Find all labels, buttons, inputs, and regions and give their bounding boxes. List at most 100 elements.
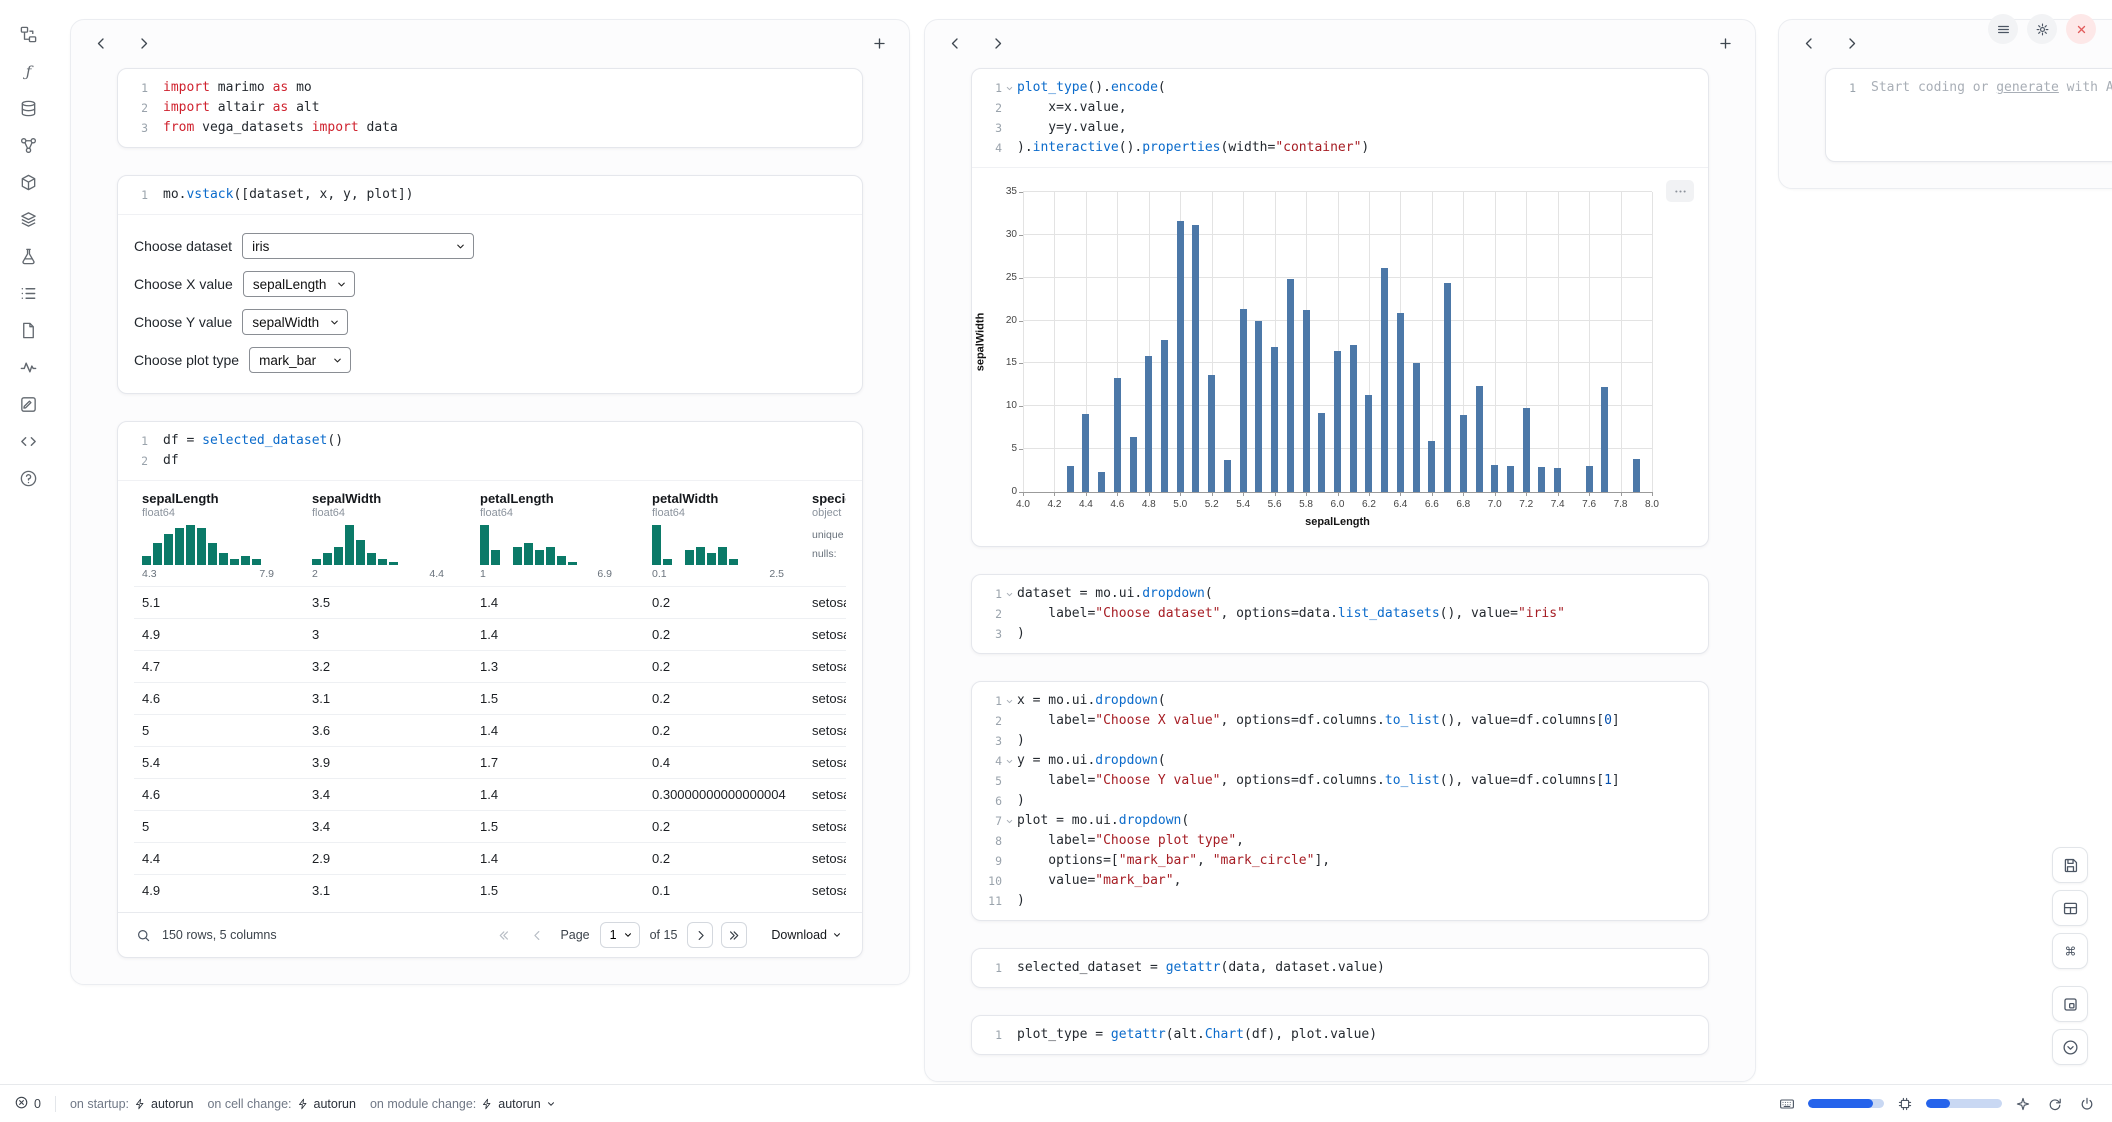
code-editor[interactable]: 1df = selected_dataset()2df xyxy=(118,422,862,480)
code-editor[interactable]: 1dataset = mo.ui.dropdown(2 label="Choos… xyxy=(972,575,1708,653)
dropdown-choose-plot-type[interactable]: mark_bar xyxy=(249,347,351,373)
refresh-icon[interactable] xyxy=(2044,1093,2066,1115)
fold-toggle[interactable] xyxy=(1002,78,1017,98)
table-row[interactable]: 5.13.51.40.2setosa xyxy=(134,586,846,618)
table-row[interactable]: 5.43.91.70.4setosa xyxy=(134,746,846,778)
table-row[interactable]: 4.63.11.50.2setosa xyxy=(134,682,846,714)
x-axis-tick-label: 6.6 xyxy=(1425,499,1439,510)
fold-toggle[interactable] xyxy=(1002,584,1017,604)
activity-icon[interactable] xyxy=(16,355,40,379)
code-editor[interactable]: 1plot_type = getattr(alt.Chart(df), plot… xyxy=(972,1016,1708,1054)
histogram-bar xyxy=(378,559,387,565)
chart-bar xyxy=(1491,465,1498,492)
layout-button[interactable] xyxy=(2052,890,2088,926)
outline-icon[interactable] xyxy=(16,281,40,305)
code-editor[interactable]: 1plot_type().encode(2 x=x.value,3 y=y.va… xyxy=(972,69,1708,167)
histogram-min: 0.1 xyxy=(652,568,667,580)
column-header-sepallength[interactable]: sepalLengthfloat64 xyxy=(134,483,304,519)
histogram-bar xyxy=(323,553,332,565)
scroll-to-bottom-button[interactable] xyxy=(2052,1029,2088,1065)
first-page-button[interactable] xyxy=(490,922,516,948)
search-button[interactable] xyxy=(132,924,154,946)
add-column-button[interactable] xyxy=(865,29,893,57)
column-header-sepalwidth[interactable]: sepalWidthfloat64 xyxy=(304,483,472,519)
chart-options-button[interactable] xyxy=(1666,180,1694,202)
fold-toggle[interactable] xyxy=(1002,811,1017,831)
table-cell: setosa xyxy=(804,715,846,746)
minimap-button[interactable] xyxy=(2052,986,2088,1022)
code-editor[interactable]: 1import marimo as mo2import altair as al… xyxy=(118,69,862,147)
close-button[interactable] xyxy=(2066,14,2096,44)
flask-icon[interactable] xyxy=(16,244,40,268)
chart-bar xyxy=(1397,313,1404,492)
fold-toggle xyxy=(1002,771,1017,791)
column-scroll-left-button[interactable] xyxy=(1795,29,1823,57)
table-row[interactable]: 4.73.21.30.2setosa xyxy=(134,650,846,682)
window-controls xyxy=(1988,14,2096,44)
download-button[interactable]: Download xyxy=(765,927,848,943)
database-icon[interactable] xyxy=(16,96,40,120)
chip-icon[interactable] xyxy=(1894,1093,1916,1115)
layers-icon[interactable] xyxy=(16,207,40,231)
fold-toggle[interactable] xyxy=(1002,751,1017,771)
dropdown-choose-y-value[interactable]: sepalWidth xyxy=(242,309,348,335)
generate-with-ai-link[interactable]: generate xyxy=(1996,80,2059,95)
previous-page-button[interactable] xyxy=(524,922,550,948)
dropdown-choose-dataset[interactable]: iris xyxy=(242,233,474,259)
column-header xyxy=(71,20,909,66)
functions-icon[interactable]: ƒ xyxy=(16,59,40,83)
add-column-button[interactable] xyxy=(1711,29,1739,57)
help-icon[interactable] xyxy=(16,466,40,490)
column-header-petalwidth[interactable]: petalWidthfloat64 xyxy=(644,483,804,519)
column-header-species[interactable]: speciesobject xyxy=(804,483,846,519)
table-cell: 0.2 xyxy=(644,619,804,650)
settings-button[interactable] xyxy=(2027,14,2057,44)
histogram-bar xyxy=(707,553,716,565)
axis-tick xyxy=(1558,492,1559,496)
document-icon[interactable] xyxy=(16,318,40,342)
column-scroll-right-button[interactable] xyxy=(1837,29,1865,57)
column-scroll-right-button[interactable] xyxy=(129,29,157,57)
sparkle-icon[interactable] xyxy=(2012,1093,2034,1115)
column-scroll-left-button[interactable] xyxy=(941,29,969,57)
package-icon[interactable] xyxy=(16,170,40,194)
column-scroll-left-button[interactable] xyxy=(87,29,115,57)
chart-bar xyxy=(1586,466,1593,492)
column-header-petallength[interactable]: petalLengthfloat64 xyxy=(472,483,644,519)
menu-button[interactable] xyxy=(1988,14,2018,44)
table-row[interactable]: 4.931.40.2setosa xyxy=(134,618,846,650)
code-line: 2df xyxy=(122,451,852,471)
code-editor[interactable]: 1selected_dataset = getattr(data, datase… xyxy=(972,949,1708,987)
next-page-button[interactable] xyxy=(687,922,713,948)
code-editor[interactable]: 1Start coding or generate with AI xyxy=(1826,69,2112,107)
snippets-icon[interactable] xyxy=(16,429,40,453)
table-row[interactable]: 4.93.11.50.1setosa xyxy=(134,874,846,906)
table-cell: 4.9 xyxy=(134,875,304,906)
table-row[interactable]: 4.63.41.40.30000000000000004setosa xyxy=(134,778,846,810)
run-config-on-cell-change[interactable]: on cell change:autorun xyxy=(207,1097,356,1111)
table-row[interactable]: 53.41.50.2setosa xyxy=(134,810,846,842)
fold-toggle[interactable] xyxy=(1002,691,1017,711)
page-select[interactable]: 1 xyxy=(600,922,640,948)
table-row[interactable]: 4.42.91.40.2setosa xyxy=(134,842,846,874)
explorer-icon[interactable] xyxy=(16,22,40,46)
dropdown-choose-x-value[interactable]: sepalLength xyxy=(243,271,356,297)
table-row[interactable]: 53.61.40.2setosa xyxy=(134,714,846,746)
run-config-on-module-change[interactable]: on module change:autorun xyxy=(370,1097,556,1111)
fold-toggle xyxy=(1002,731,1017,751)
save-button[interactable] xyxy=(2052,847,2088,883)
table-cell: 4.7 xyxy=(134,651,304,682)
column-scroll-right-button[interactable] xyxy=(983,29,1011,57)
power-icon[interactable] xyxy=(2076,1093,2098,1115)
scratchpad-icon[interactable] xyxy=(16,392,40,416)
fold-toggle xyxy=(1002,958,1017,978)
keyboard-icon[interactable] xyxy=(1776,1093,1798,1115)
code-editor[interactable]: 1mo.vstack([dataset, x, y, plot]) xyxy=(118,176,862,214)
keyboard-shortcuts-button[interactable]: ⌘ xyxy=(2052,933,2088,969)
last-page-button[interactable] xyxy=(721,922,747,948)
dependency-graph-icon[interactable] xyxy=(16,133,40,157)
histogram-bar xyxy=(491,550,500,565)
errors-indicator[interactable]: 0 xyxy=(14,1095,41,1113)
code-editor[interactable]: 1x = mo.ui.dropdown(2 label="Choose X va… xyxy=(972,682,1708,920)
run-config-on-startup[interactable]: on startup:autorun xyxy=(70,1097,193,1111)
